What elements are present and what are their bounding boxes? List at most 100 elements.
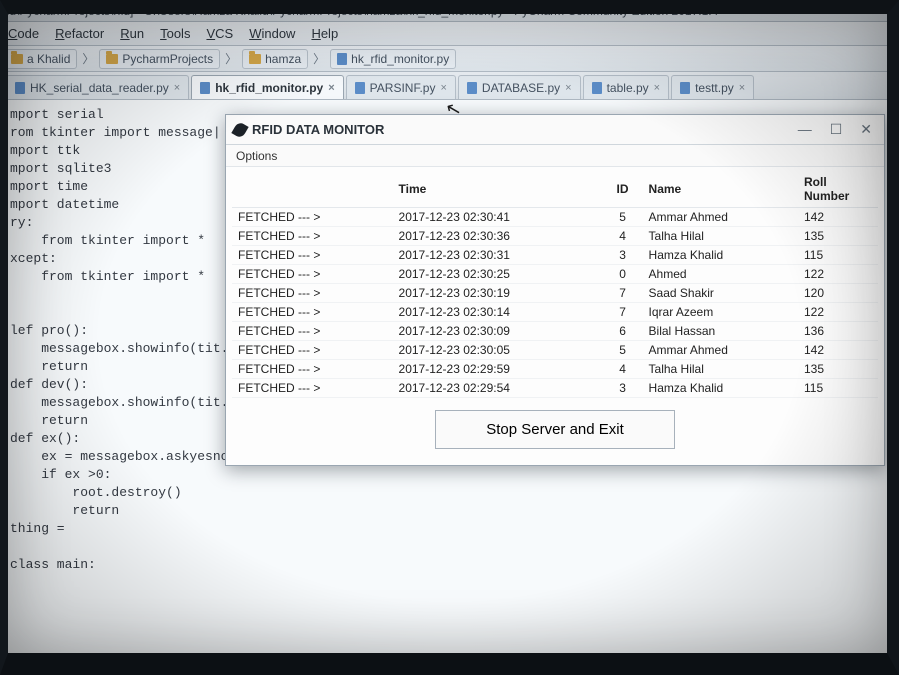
- status-cell: FETCHED --- >: [232, 341, 393, 360]
- breadcrumb-item[interactable]: hk_rfid_monitor.py: [330, 49, 456, 69]
- close-tab-icon[interactable]: ×: [174, 82, 180, 94]
- table-row: FETCHED --- >2017-12-23 02:30:313Hamza K…: [232, 246, 878, 265]
- id-cell: 4: [603, 227, 643, 246]
- rfid-data-table: TimeIDNameRoll Number FETCHED --- >2017-…: [232, 171, 878, 398]
- roll-cell: 136: [798, 322, 878, 341]
- rfid-monitor-window: RFID DATA MONITOR ↖ — ☐ ✕ Options TimeID…: [225, 114, 885, 466]
- menu-help[interactable]: Help: [303, 26, 346, 41]
- menu-window[interactable]: Window: [241, 26, 303, 41]
- roll-cell: 120: [798, 284, 878, 303]
- rfid-titlebar[interactable]: RFID DATA MONITOR ↖ — ☐ ✕: [226, 115, 884, 145]
- roll-cell: 122: [798, 265, 878, 284]
- id-cell: 5: [603, 341, 643, 360]
- breadcrumb-label: PycharmProjects: [122, 52, 213, 66]
- breadcrumb-label: hk_rfid_monitor.py: [351, 52, 449, 66]
- status-cell: FETCHED --- >: [232, 322, 393, 341]
- menu-code[interactable]: Code: [0, 26, 47, 41]
- python-file-icon: [467, 82, 477, 94]
- id-cell: 3: [603, 246, 643, 265]
- python-file-icon: [592, 82, 602, 94]
- menu-run[interactable]: Run: [112, 26, 152, 41]
- editor-tab[interactable]: testt.py×: [671, 75, 754, 99]
- python-file-icon: [355, 82, 365, 94]
- column-header: Roll Number: [798, 171, 878, 208]
- window-titlebar: lid\PycharmProjects\rfid] - C:\Users\Ham…: [0, 0, 899, 22]
- id-cell: 0: [603, 265, 643, 284]
- folder-icon: [106, 54, 118, 64]
- roll-cell: 142: [798, 341, 878, 360]
- roll-cell: 115: [798, 379, 878, 398]
- id-cell: 7: [603, 303, 643, 322]
- id-cell: 3: [603, 379, 643, 398]
- status-cell: FETCHED --- >: [232, 208, 393, 227]
- close-tab-icon[interactable]: ×: [739, 82, 745, 94]
- folder-icon: [11, 54, 23, 64]
- editor-tab-label: DATABASE.py: [482, 81, 560, 95]
- breadcrumb-label: a Khalid: [27, 52, 70, 66]
- editor-tab-label: hk_rfid_monitor.py: [215, 81, 323, 95]
- rfid-menu-options[interactable]: Options: [226, 145, 884, 167]
- python-file-icon: [200, 82, 210, 94]
- id-cell: 7: [603, 284, 643, 303]
- id-cell: 6: [603, 322, 643, 341]
- menu-tools[interactable]: Tools: [152, 26, 198, 41]
- stop-server-button[interactable]: Stop Server and Exit: [435, 410, 675, 449]
- status-cell: FETCHED --- >: [232, 284, 393, 303]
- status-cell: FETCHED --- >: [232, 379, 393, 398]
- table-row: FETCHED --- >2017-12-23 02:30:197Saad Sh…: [232, 284, 878, 303]
- table-row: FETCHED --- >2017-12-23 02:30:147Iqrar A…: [232, 303, 878, 322]
- editor-tab[interactable]: table.py×: [583, 75, 669, 99]
- time-cell: 2017-12-23 02:30:19: [393, 284, 603, 303]
- time-cell: 2017-12-23 02:30:09: [393, 322, 603, 341]
- name-cell: Iqrar Azeem: [643, 303, 798, 322]
- column-header: Time: [393, 171, 603, 208]
- name-cell: Hamza Khalid: [643, 246, 798, 265]
- editor-tab[interactable]: hk_rfid_monitor.py ×: [191, 75, 343, 99]
- rfid-title-text: RFID DATA MONITOR: [252, 122, 384, 137]
- roll-cell: 115: [798, 246, 878, 265]
- id-cell: 4: [603, 360, 643, 379]
- app-feather-icon: [231, 120, 248, 138]
- name-cell: Ahmed: [643, 265, 798, 284]
- python-file-icon: [680, 82, 690, 94]
- table-row: FETCHED --- >2017-12-23 02:29:543Hamza K…: [232, 379, 878, 398]
- close-tab-icon[interactable]: ×: [565, 82, 571, 94]
- name-cell: Ammar Ahmed: [643, 341, 798, 360]
- table-row: FETCHED --- >2017-12-23 02:30:364Talha H…: [232, 227, 878, 246]
- time-cell: 2017-12-23 02:30:05: [393, 341, 603, 360]
- editor-tab[interactable]: PARSINF.py×: [346, 75, 456, 99]
- close-button[interactable]: ✕: [856, 121, 876, 138]
- time-cell: 2017-12-23 02:30:41: [393, 208, 603, 227]
- minimize-button[interactable]: —: [794, 121, 816, 138]
- menu-vcs[interactable]: VCS: [198, 26, 241, 41]
- python-file-icon: [337, 53, 347, 65]
- close-tab-icon[interactable]: ×: [440, 82, 446, 94]
- breadcrumb: a Khalid〉PycharmProjects〉hamza〉hk_rfid_m…: [0, 46, 899, 72]
- id-cell: 5: [603, 208, 643, 227]
- roll-cell: 135: [798, 360, 878, 379]
- roll-cell: 122: [798, 303, 878, 322]
- breadcrumb-item[interactable]: a Khalid: [4, 49, 77, 69]
- chevron-right-icon: 〉: [223, 50, 239, 67]
- table-row: FETCHED --- >2017-12-23 02:29:594Talha H…: [232, 360, 878, 379]
- maximize-button[interactable]: ☐: [826, 121, 847, 138]
- close-tab-icon[interactable]: ×: [654, 82, 660, 94]
- table-row: FETCHED --- >2017-12-23 02:30:250Ahmed12…: [232, 265, 878, 284]
- close-tab-icon[interactable]: ×: [328, 82, 334, 94]
- editor-tab[interactable]: HK_serial_data_reader.py ×: [6, 75, 189, 99]
- time-cell: 2017-12-23 02:29:54: [393, 379, 603, 398]
- table-row: FETCHED --- >2017-12-23 02:30:055Ammar A…: [232, 341, 878, 360]
- roll-cell: 142: [798, 208, 878, 227]
- editor-tab[interactable]: DATABASE.py ×: [458, 75, 581, 99]
- menu-refactor[interactable]: Refactor: [47, 26, 112, 41]
- name-cell: Hamza Khalid: [643, 379, 798, 398]
- main-menubar: CodeRefactorRunToolsVCSWindowHelp: [0, 22, 899, 46]
- name-cell: Talha Hilal: [643, 227, 798, 246]
- status-cell: FETCHED --- >: [232, 227, 393, 246]
- name-cell: Talha Hilal: [643, 360, 798, 379]
- editor-tab-label: HK_serial_data_reader.py: [30, 81, 169, 95]
- folder-icon: [249, 54, 261, 64]
- breadcrumb-item[interactable]: PycharmProjects: [99, 49, 220, 69]
- breadcrumb-item[interactable]: hamza: [242, 49, 308, 69]
- status-cell: FETCHED --- >: [232, 265, 393, 284]
